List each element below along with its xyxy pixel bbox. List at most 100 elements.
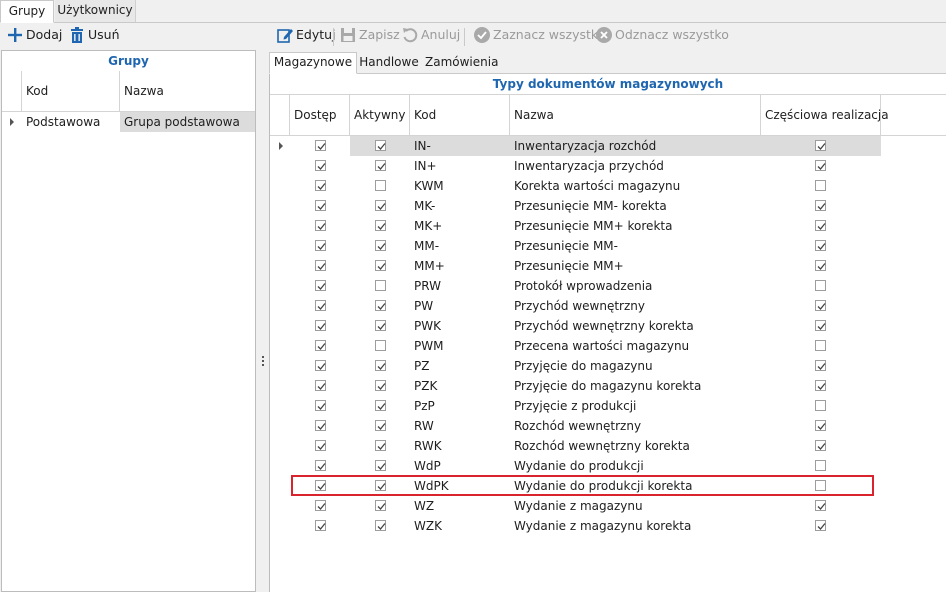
czesciowa-realizacja-checkbox[interactable] (815, 160, 826, 171)
dostep-checkbox[interactable] (315, 420, 326, 431)
table-row[interactable]: RWK Rozchód wewnętrzny korekta (270, 436, 946, 456)
aktywny-checkbox[interactable] (375, 220, 386, 231)
aktywny-checkbox[interactable] (375, 400, 386, 411)
save-button[interactable]: Zapisz (339, 24, 400, 46)
aktywny-checkbox[interactable] (375, 500, 386, 511)
aktywny-checkbox[interactable] (375, 440, 386, 451)
aktywny-checkbox[interactable] (375, 240, 386, 251)
aktywny-checkbox[interactable] (375, 320, 386, 331)
czesciowa-realizacja-checkbox[interactable] (815, 140, 826, 151)
czesciowa-realizacja-checkbox[interactable] (815, 200, 826, 211)
czesciowa-realizacja-checkbox[interactable] (815, 180, 826, 191)
aktywny-checkbox[interactable] (375, 520, 386, 531)
dostep-checkbox[interactable] (315, 160, 326, 171)
aktywny-checkbox[interactable] (375, 300, 386, 311)
table-row[interactable]: PzP Przyjęcie z produkcji (270, 396, 946, 416)
col-dostep[interactable]: Dostęp (290, 95, 350, 135)
czesciowa-realizacja-checkbox[interactable] (815, 340, 826, 351)
dostep-checkbox[interactable] (315, 300, 326, 311)
dostep-checkbox[interactable] (315, 320, 326, 331)
czesciowa-realizacja-checkbox[interactable] (815, 400, 826, 411)
czesciowa-realizacja-checkbox[interactable] (815, 380, 826, 391)
add-button[interactable]: Dodaj (6, 24, 62, 46)
select-all-button[interactable]: Zaznacz wszystko (473, 24, 605, 46)
dostep-checkbox[interactable] (315, 220, 326, 231)
table-row[interactable]: MK+ Przesunięcie MM+ korekta (270, 216, 946, 236)
aktywny-checkbox[interactable] (375, 280, 386, 291)
row-nazwa: Wydanie do produkcji (514, 459, 644, 473)
table-row[interactable]: MK- Przesunięcie MM- korekta (270, 196, 946, 216)
dostep-checkbox[interactable] (315, 180, 326, 191)
tab-grupy[interactable]: Grupy (0, 0, 54, 23)
dostep-checkbox[interactable] (315, 200, 326, 211)
dostep-checkbox[interactable] (315, 240, 326, 251)
groups-panel: Grupy Kod Nazwa Podstawowa Grupa podstaw… (1, 50, 256, 592)
table-row[interactable]: MM- Przesunięcie MM- (270, 236, 946, 256)
dostep-checkbox[interactable] (315, 260, 326, 271)
czesciowa-realizacja-checkbox[interactable] (815, 420, 826, 431)
cancel-button[interactable]: Anuluj (401, 24, 461, 46)
aktywny-checkbox[interactable] (375, 360, 386, 371)
aktywny-checkbox[interactable] (375, 380, 386, 391)
aktywny-checkbox[interactable] (375, 200, 386, 211)
czesciowa-realizacja-checkbox[interactable] (815, 520, 826, 531)
edit-button[interactable]: Edytuj (276, 24, 336, 46)
col-kod[interactable]: Kod (410, 95, 510, 135)
czesciowa-realizacja-checkbox[interactable] (815, 280, 826, 291)
aktywny-checkbox[interactable] (375, 180, 386, 191)
table-row[interactable]: PWM Przecena wartości magazynu (270, 336, 946, 356)
tab-handlowe[interactable]: Handlowe (357, 53, 421, 73)
dostep-checkbox[interactable] (315, 500, 326, 511)
tab-uzytkownicy[interactable]: Użytkownicy (55, 0, 136, 22)
aktywny-checkbox[interactable] (375, 260, 386, 271)
czesciowa-realizacja-checkbox[interactable] (815, 300, 826, 311)
table-row[interactable]: WZ Wydanie z magazynu (270, 496, 946, 516)
col-czesciowa-realizacja[interactable]: Częściowa realizacja (761, 95, 889, 135)
czesciowa-realizacja-checkbox[interactable] (815, 360, 826, 371)
dostep-checkbox[interactable] (315, 340, 326, 351)
aktywny-checkbox[interactable] (375, 460, 386, 471)
aktywny-checkbox[interactable] (375, 420, 386, 431)
aktywny-checkbox[interactable] (375, 160, 386, 171)
tab-zamowienia[interactable]: Zamówienia (425, 53, 498, 73)
tab-magazynowe[interactable]: Magazynowe (269, 52, 357, 74)
czesciowa-realizacja-checkbox[interactable] (815, 320, 826, 331)
deselect-all-button[interactable]: Odznacz wszystko (595, 24, 729, 46)
dostep-checkbox[interactable] (315, 520, 326, 531)
table-row[interactable]: MM+ Przesunięcie MM+ (270, 256, 946, 276)
groups-col-nazwa[interactable]: Nazwa (124, 84, 164, 98)
table-row[interactable]: WZK Wydanie z magazynu korekta (270, 516, 946, 536)
aktywny-checkbox[interactable] (375, 140, 386, 151)
dostep-checkbox[interactable] (315, 460, 326, 471)
col-nazwa[interactable]: Nazwa (510, 95, 761, 135)
czesciowa-realizacja-checkbox[interactable] (815, 220, 826, 231)
table-row[interactable]: RW Rozchód wewnętrzny (270, 416, 946, 436)
dostep-checkbox[interactable] (315, 360, 326, 371)
table-row[interactable]: PZK Przyjęcie do magazynu korekta (270, 376, 946, 396)
dostep-checkbox[interactable] (315, 380, 326, 391)
table-row[interactable]: PWK Przychód wewnętrzny korekta (270, 316, 946, 336)
czesciowa-realizacja-checkbox[interactable] (815, 240, 826, 251)
czesciowa-realizacja-checkbox[interactable] (815, 460, 826, 471)
table-row[interactable]: PZ Przyjęcie do magazynu (270, 356, 946, 376)
dostep-checkbox[interactable] (315, 280, 326, 291)
row-nazwa: Protokół wprowadzenia (514, 279, 653, 293)
dostep-checkbox[interactable] (315, 440, 326, 451)
table-row[interactable]: KWM Korekta wartości magazynu (270, 176, 946, 196)
panel-splitter[interactable] (257, 50, 269, 592)
dostep-checkbox[interactable] (315, 400, 326, 411)
dostep-checkbox[interactable] (315, 140, 326, 151)
table-row[interactable]: Podstawowa Grupa podstawowa (2, 112, 255, 132)
czesciowa-realizacja-checkbox[interactable] (815, 260, 826, 271)
delete-button[interactable]: Usuń (68, 24, 120, 46)
col-aktywny[interactable]: Aktywny (350, 95, 410, 135)
table-row[interactable]: IN- Inwentaryzacja rozchód (270, 136, 946, 156)
table-row[interactable]: PRW Protokół wprowadzenia (270, 276, 946, 296)
aktywny-checkbox[interactable] (375, 340, 386, 351)
table-row[interactable]: WdP Wydanie do produkcji (270, 456, 946, 476)
czesciowa-realizacja-checkbox[interactable] (815, 440, 826, 451)
table-row[interactable]: IN+ Inwentaryzacja przychód (270, 156, 946, 176)
czesciowa-realizacja-checkbox[interactable] (815, 500, 826, 511)
table-row[interactable]: PW Przychód wewnętrzny (270, 296, 946, 316)
groups-col-kod[interactable]: Kod (26, 84, 48, 98)
